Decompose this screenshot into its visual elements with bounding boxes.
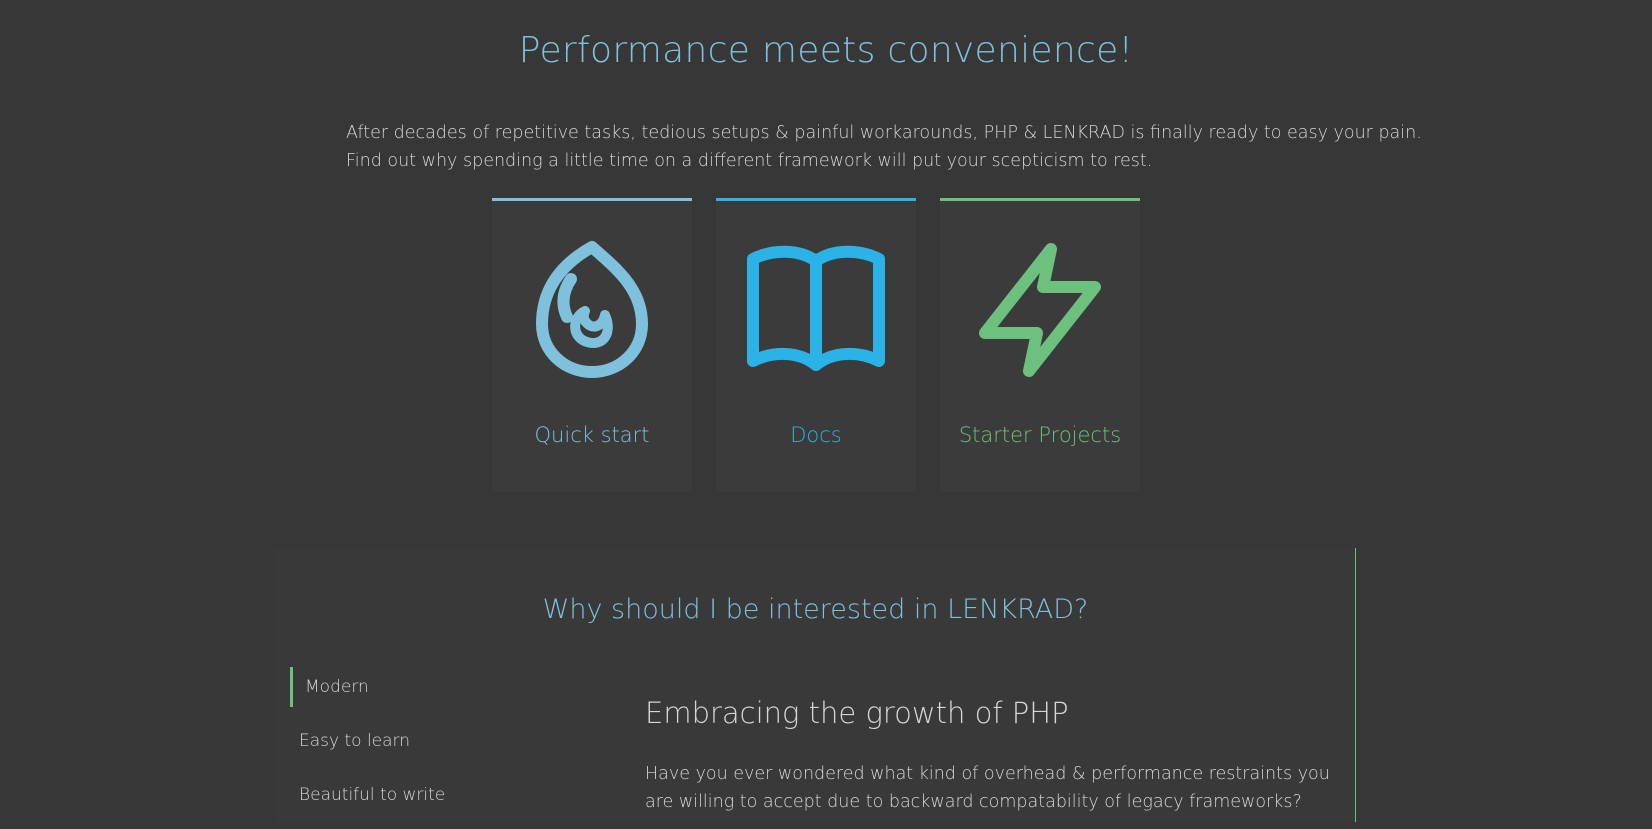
card-label: Quick start: [534, 423, 650, 447]
card-label: Starter Projects: [958, 423, 1122, 447]
flame-icon: [492, 229, 692, 379]
intro-text: After decades of repetitive tasks, tedio…: [346, 119, 1422, 175]
book-icon: [716, 229, 916, 379]
feature-nav: Modern Easy to learn Beautiful to write: [290, 667, 590, 829]
quick-links: Quick start Docs Starter Projects: [0, 198, 1652, 492]
card-label: Docs: [790, 423, 842, 447]
docs-card[interactable]: Docs: [716, 198, 916, 492]
feature-nav-item-beautiful-to-write[interactable]: Beautiful to write: [290, 775, 590, 815]
why-section: Why should I be interested in LENKRAD? M…: [275, 548, 1356, 822]
feature-nav-item-easy-to-learn[interactable]: Easy to learn: [290, 721, 590, 761]
feature-content: Embracing the growth of PHP Have you eve…: [645, 696, 1345, 816]
starter-projects-card[interactable]: Starter Projects: [940, 198, 1140, 492]
page-title: Performance meets convenience!: [518, 30, 1134, 71]
feature-heading: Embracing the growth of PHP: [645, 696, 1069, 730]
intro-line: After decades of repetitive tasks, tedio…: [346, 123, 1422, 143]
intro-line: Find out why spending a little time on a…: [346, 151, 1153, 171]
feature-paragraph: Have you ever wondered what kind of over…: [645, 764, 1330, 812]
feature-nav-item-modern[interactable]: Modern: [290, 667, 590, 707]
lightning-icon: [940, 229, 1140, 379]
quick-start-card[interactable]: Quick start: [492, 198, 692, 492]
section-title: Why should I be interested in LENKRAD?: [542, 594, 1089, 625]
